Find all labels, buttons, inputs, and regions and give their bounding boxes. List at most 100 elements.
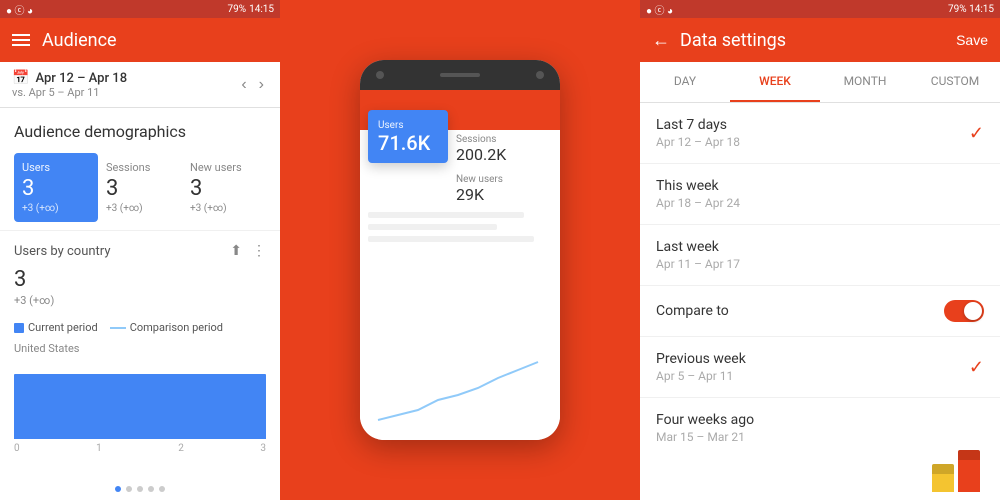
metric-sessions-label: Sessions: [106, 161, 174, 174]
thisweek-label: This week: [656, 178, 740, 194]
bar-us: [14, 374, 266, 439]
phone-bar-2: [368, 224, 497, 230]
phone-speaker: [440, 73, 480, 77]
status-left-3: ● ⓒ ◕: [646, 2, 673, 17]
chart-label-3: 2: [178, 443, 184, 454]
last7days-label: Last 7 days: [656, 117, 740, 133]
chart-legend: Current period Comparison period: [0, 313, 280, 342]
back-button[interactable]: ←: [652, 30, 670, 51]
fourweeks-label: Four weeks ago: [656, 412, 754, 428]
prev-date-button[interactable]: ‹: [237, 74, 250, 96]
p3-battery: 79%: [948, 4, 967, 15]
date-bar: 📅 Apr 12 – Apr 18 vs. Apr 5 – Apr 11 ‹ ›: [0, 62, 280, 108]
settings-item-compareto[interactable]: Compare to: [640, 286, 1000, 337]
metric-sessions-value: 3: [106, 176, 174, 201]
phone-device: Users 71.6K Sessions 200.2K New users 29…: [360, 60, 560, 440]
settings-item-last7days[interactable]: Last 7 days Apr 12 – Apr 18 ✓: [640, 103, 1000, 164]
date-range[interactable]: 📅 Apr 12 – Apr 18: [12, 70, 127, 86]
chart-label-2: 1: [96, 443, 102, 454]
phone-camera-row: [360, 60, 560, 90]
compareto-toggle[interactable]: [944, 300, 984, 322]
date-compare-text: vs. Apr 5 – Apr 11: [12, 86, 127, 99]
metric-sessions[interactable]: Sessions 3 +3 (+∞): [98, 153, 182, 222]
prevweek-check: ✓: [969, 357, 984, 378]
dot-2: [126, 486, 132, 492]
metric-newusers[interactable]: New users 3 +3 (+∞): [182, 153, 266, 222]
date-range-text: Apr 12 – Apr 18: [35, 71, 127, 86]
settings-item-fourweeks[interactable]: Four weeks ago Mar 15 – Mar 21: [640, 398, 1000, 442]
save-button[interactable]: Save: [956, 32, 988, 48]
phone-other-metrics: Sessions 200.2K New users 29K: [456, 130, 506, 204]
chart-x-labels: 0 1 2 3: [14, 439, 266, 458]
phone-sessions-label: Sessions: [456, 134, 506, 145]
settings-item-lastweek[interactable]: Last week Apr 11 – Apr 17: [640, 225, 1000, 286]
legend-comparison: Comparison period: [110, 321, 223, 334]
share-icon[interactable]: ⬆: [230, 243, 242, 259]
thisweek-sub: Apr 18 – Apr 24: [656, 196, 740, 210]
tab-month[interactable]: MONTH: [820, 62, 910, 102]
logo-bar-orange: [958, 450, 980, 492]
phone-sessions-value: 200.2K: [456, 145, 506, 164]
audience-title: Audience: [42, 30, 117, 51]
dot-3: [137, 486, 143, 492]
country-value: 3: [14, 267, 266, 292]
metric-users-label: Users: [22, 161, 90, 174]
phone-sessions: Sessions 200.2K: [456, 134, 506, 164]
time-label: 14:15: [249, 4, 274, 15]
analytics-logo-area: [640, 442, 1000, 500]
tab-custom[interactable]: CUSTOM: [910, 62, 1000, 102]
country-change: +3 (+∞): [14, 294, 266, 307]
lastweek-sub: Apr 11 – Apr 17: [656, 257, 740, 271]
panel-phone-mockup: Users 71.6K Sessions 200.2K New users 29…: [280, 0, 640, 500]
dot-5: [159, 486, 165, 492]
phone-bar-3: [368, 236, 534, 242]
phone-newusers: New users 29K: [456, 174, 506, 204]
metric-newusers-label: New users: [190, 161, 258, 174]
settings-item-prevweek[interactable]: Previous week Apr 5 – Apr 11 ✓: [640, 337, 1000, 398]
phone-camera-1: [376, 71, 384, 79]
chart-row-label: United States: [14, 342, 266, 355]
compareto-content: Compare to: [656, 303, 729, 319]
status-left: ● ⓒ ◕: [6, 2, 33, 17]
battery-label: 79%: [228, 4, 247, 15]
phone-newusers-label: New users: [456, 174, 506, 185]
dot-4: [148, 486, 154, 492]
next-date-button[interactable]: ›: [255, 74, 268, 96]
legend-comparison-label: Comparison period: [130, 321, 223, 334]
lastweek-label: Last week: [656, 239, 740, 255]
menu-icon[interactable]: [12, 34, 30, 46]
phone-users-value: 71.6K: [378, 131, 438, 155]
lastweek-content: Last week Apr 11 – Apr 17: [656, 239, 740, 271]
more-icon[interactable]: ⋮: [252, 243, 266, 259]
settings-item-thisweek[interactable]: This week Apr 18 – Apr 24: [640, 164, 1000, 225]
metric-sessions-change: +3 (+∞): [106, 203, 174, 214]
demographics-section: Audience demographics Users 3 +3 (+∞) Se…: [0, 108, 280, 230]
metric-newusers-value: 3: [190, 176, 258, 201]
thisweek-content: This week Apr 18 – Apr 24: [656, 178, 740, 210]
status-bar-1: ● ⓒ ◕ 79% 14:15: [0, 0, 280, 18]
phone-chart: [360, 204, 560, 440]
data-settings-header: ← Data settings Save: [640, 18, 1000, 62]
chart-label-4: 3: [260, 443, 266, 454]
prevweek-sub: Apr 5 – Apr 11: [656, 369, 746, 383]
panel-audience: ● ⓒ ◕ 79% 14:15 Audience 📅 Apr 12 – Apr …: [0, 0, 280, 500]
users-country-section: Users by country ⬆ ⋮ 3 +3 (+∞): [0, 230, 280, 313]
country-actions: ⬆ ⋮: [230, 243, 266, 259]
phone-camera-2: [536, 71, 544, 79]
tab-week[interactable]: WEEK: [730, 62, 820, 102]
panel-data-settings: ● ⓒ ◕ 79% 14:15 ← Data settings Save DAY…: [640, 0, 1000, 500]
status-right: 79% 14:15: [228, 4, 274, 15]
bar-chart-area: United States 0 1 2 3: [0, 342, 280, 466]
fourweeks-sub: Mar 15 – Mar 21: [656, 430, 754, 442]
p3-header-left: ← Data settings: [652, 30, 786, 51]
logo-bar-yellow: [932, 464, 954, 492]
tab-day[interactable]: DAY: [640, 62, 730, 102]
phone-users-label: Users: [378, 120, 438, 131]
status-bar-3: ● ⓒ ◕ 79% 14:15: [640, 0, 1000, 18]
last7days-content: Last 7 days Apr 12 – Apr 18: [656, 117, 740, 149]
legend-current: Current period: [14, 321, 98, 334]
last7days-sub: Apr 12 – Apr 18: [656, 135, 740, 149]
metric-users[interactable]: Users 3 +3 (+∞): [14, 153, 98, 222]
prevweek-content: Previous week Apr 5 – Apr 11: [656, 351, 746, 383]
date-info: 📅 Apr 12 – Apr 18 vs. Apr 5 – Apr 11: [12, 70, 127, 99]
